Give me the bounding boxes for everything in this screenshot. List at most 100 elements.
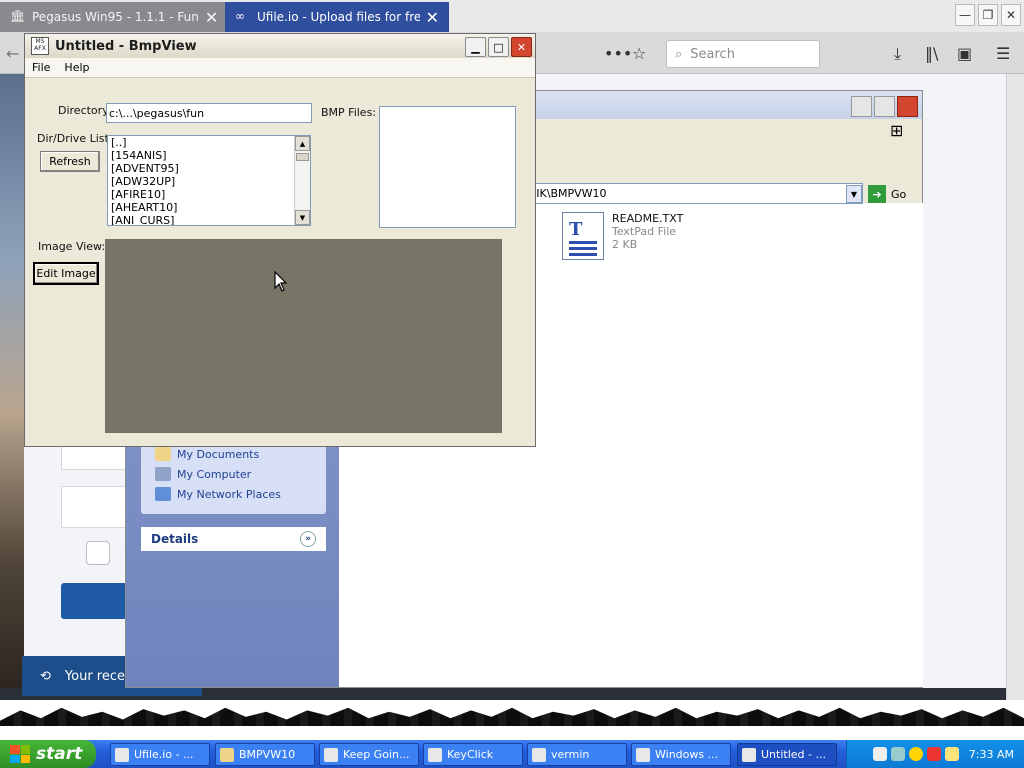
chevron-down-icon[interactable]: »: [300, 531, 316, 547]
close-tab-icon[interactable]: ✕: [420, 8, 439, 27]
go-arrow-icon: ➔: [868, 185, 886, 203]
dir-drive-list[interactable]: [..] [154ANIS] [ADVENT95] [ADW32UP] [AFI…: [107, 135, 311, 226]
browser-close-button[interactable]: ✕: [1001, 4, 1021, 26]
menu-icon[interactable]: ☰: [996, 44, 1010, 63]
tray-app-icon[interactable]: [908, 747, 923, 761]
start-label: start: [36, 744, 83, 764]
recent-label: Your recen: [64, 668, 134, 684]
other-places-panel: My Documents My Computer My Network Plac…: [141, 444, 326, 514]
help-icon[interactable]: [872, 747, 887, 761]
tab-label: Pegasus Win95 - 1.1.1 - Fun: [32, 10, 199, 24]
explorer-close-button[interactable]: [897, 96, 918, 117]
task-untitled-bmpview[interactable]: Untitled - ...: [737, 743, 837, 766]
place-label: My Network Places: [177, 487, 281, 501]
scroll-up-icon[interactable]: ▲: [295, 136, 310, 151]
bmpview-titlebar[interactable]: MS AFX Untitled - BmpView: [25, 34, 535, 58]
scroll-thumb[interactable]: [296, 153, 309, 161]
search-placeholder: Search: [690, 46, 735, 62]
afx-icon: MS AFX: [31, 37, 49, 55]
afx-icon: [742, 747, 756, 762]
silhouette-band: [0, 707, 1024, 726]
download-icon[interactable]: ⤓: [894, 44, 901, 64]
back-icon[interactable]: ←: [6, 44, 19, 63]
browser-scrollbar[interactable]: [1006, 74, 1024, 700]
clock[interactable]: 7:33 AM: [969, 748, 1014, 761]
sidebar-icon[interactable]: ▣: [957, 44, 972, 63]
task-label: vermin: [551, 748, 590, 761]
place-my-computer[interactable]: My Computer: [141, 464, 326, 484]
list-item[interactable]: [AHEART10]: [108, 201, 310, 214]
network-icon: [155, 487, 171, 501]
task-bmpvw10[interactable]: BMPVW10: [215, 743, 315, 766]
details-label: Details: [151, 532, 199, 546]
history-icon: ⟲: [40, 668, 51, 684]
tray-app-icon[interactable]: [944, 747, 959, 761]
bmp-files-label: BMP Files:: [321, 106, 377, 119]
tray-app-icon[interactable]: [890, 747, 905, 761]
tab-pegasus[interactable]: 🏛 Pegasus Win95 - 1.1.1 - Fun ✕: [0, 2, 225, 32]
task-vermin[interactable]: vermin: [527, 743, 627, 766]
refresh-button[interactable]: Refresh: [40, 151, 100, 172]
app-icon: [324, 747, 338, 762]
list-item[interactable]: [..]: [108, 136, 310, 149]
bookmark-star-icon[interactable]: ☆: [632, 44, 646, 63]
file-size: 2 KB: [612, 238, 638, 251]
bmp-files-list[interactable]: [379, 106, 516, 228]
explorer-maximize-button[interactable]: [874, 96, 895, 117]
system-tray: 7:33 AM: [846, 740, 1024, 768]
app-icon: [532, 747, 546, 762]
bmp-minimize-button[interactable]: ▁: [465, 37, 486, 57]
start-button[interactable]: start: [0, 740, 96, 768]
bmp-close-button[interactable]: ✕: [511, 37, 532, 57]
museum-icon: 🏛: [10, 9, 26, 23]
list-item[interactable]: [154ANIS]: [108, 149, 310, 162]
file-type: TextPad File: [612, 225, 677, 238]
bmpview-menubar: File Help: [25, 58, 535, 78]
task-keep-going[interactable]: Keep Goin...: [319, 743, 419, 766]
place-label: My Documents: [177, 447, 260, 461]
place-my-network[interactable]: My Network Places: [141, 484, 326, 504]
image-view-canvas[interactable]: [105, 239, 502, 433]
folder-icon: [220, 747, 234, 762]
file-readme[interactable]: T README.TXT TextPad File 2 KB: [562, 212, 683, 260]
list-item[interactable]: [ANI_CURS]: [108, 214, 310, 225]
browser-restore-button[interactable]: ❐: [978, 4, 998, 26]
go-button[interactable]: ➔ Go: [868, 185, 906, 203]
browser-tab-strip: 🏛 Pegasus Win95 - 1.1.1 - Fun ✕ ∞ Ufile.…: [0, 0, 1024, 32]
library-icon[interactable]: ‖\: [925, 44, 938, 63]
form-field[interactable]: [61, 486, 127, 528]
dir-list-scrollbar[interactable]: ▲ ▼: [294, 136, 310, 225]
list-item[interactable]: [ADVENT95]: [108, 162, 310, 175]
browser-minimize-button[interactable]: —: [955, 4, 975, 26]
close-tab-icon[interactable]: ✕: [199, 8, 218, 27]
tab-ufile[interactable]: ∞ Ufile.io - Upload files for free & sh …: [225, 2, 449, 32]
windows-logo-icon: ⊞: [890, 121, 904, 140]
task-label: Ufile.io - ...: [134, 748, 194, 761]
scroll-down-icon[interactable]: ▼: [295, 210, 310, 225]
details-panel-header[interactable]: Details »: [141, 527, 326, 551]
explorer-minimize-button[interactable]: [851, 96, 872, 117]
task-label: KeyClick: [447, 748, 494, 761]
edit-image-button[interactable]: Edit Image: [33, 262, 99, 285]
app-icon: [428, 747, 442, 762]
checkbox[interactable]: [86, 541, 110, 565]
menu-help[interactable]: Help: [57, 61, 96, 74]
list-item[interactable]: [AFIRE10]: [108, 188, 310, 201]
menu-file[interactable]: File: [25, 61, 57, 74]
task-label: Keep Goin...: [343, 748, 410, 761]
directory-input[interactable]: c:\...\pegasus\fun: [106, 103, 312, 123]
tray-app-icon[interactable]: [926, 747, 941, 761]
image-view-label: Image View:: [38, 240, 106, 253]
place-my-documents[interactable]: My Documents: [141, 444, 326, 464]
more-icon[interactable]: •••: [604, 44, 632, 63]
task-ufile[interactable]: Ufile.io - ...: [110, 743, 210, 766]
browser-search-input[interactable]: ⌕ Search: [666, 40, 820, 68]
task-windows[interactable]: Windows ...: [631, 743, 731, 766]
text-file-icon: T: [562, 212, 604, 260]
bmp-maximize-button[interactable]: □: [488, 37, 509, 57]
upload-button[interactable]: [61, 583, 127, 619]
folder-icon: [155, 447, 171, 461]
list-item[interactable]: [ADW32UP]: [108, 175, 310, 188]
address-dropdown-icon[interactable]: ▼: [846, 185, 862, 203]
task-keyclick[interactable]: KeyClick: [423, 743, 523, 766]
